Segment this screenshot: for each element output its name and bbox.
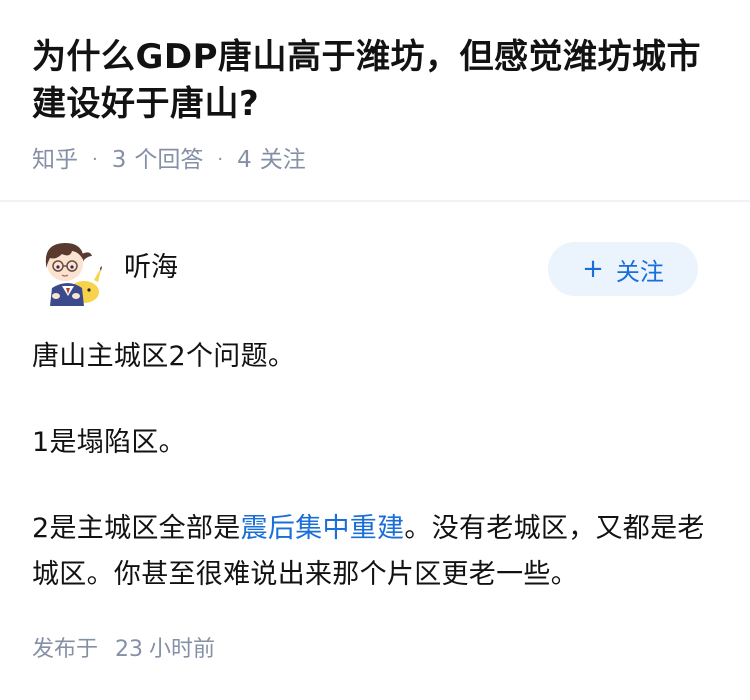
publish-time-value: 23 <box>115 637 144 662</box>
answer-paragraph: 2是主城区全部是震后集中重建。没有老城区，又都是老城区。你甚至很难说出来那个片区… <box>32 506 722 598</box>
follow-button[interactable]: + 关注 <box>548 242 698 296</box>
answers-count: 3 <box>111 147 127 173</box>
meta-separator: · <box>92 149 98 170</box>
answer-paragraph: 唐山主城区2个问题。 <box>32 341 296 372</box>
avatar[interactable] <box>32 236 104 308</box>
answers-label[interactable]: 个回答 <box>134 144 203 176</box>
followers-count: 4 <box>237 147 252 173</box>
plus-icon: + <box>582 254 604 284</box>
anime-avatar-icon <box>45 242 102 306</box>
publish-time: 发布于 23 小时前 <box>32 634 215 666</box>
meta-separator: · <box>217 149 224 170</box>
question-meta: 知乎 · 3 个回答 · 4 关注 <box>32 144 306 176</box>
publish-label: 发布于 <box>32 637 99 662</box>
question-title[interactable]: 为什么GDP唐山高于潍坊，但感觉潍坊城市建设好于唐山? <box>32 34 722 128</box>
publish-time-unit: 小时前 <box>149 637 216 662</box>
followers-label[interactable]: 关注 <box>260 144 306 176</box>
answer-paragraph: 1是塌陷区。 <box>32 427 186 458</box>
answer-page: 为什么GDP唐山高于潍坊，但感觉潍坊城市建设好于唐山? 知乎 · 3 个回答 ·… <box>0 0 750 700</box>
section-divider <box>0 200 750 202</box>
answer-text: 2是主城区全部是 <box>32 513 241 544</box>
author-name[interactable]: 听海 <box>124 250 178 286</box>
source-label[interactable]: 知乎 <box>32 144 78 176</box>
answer-content: 唐山主城区2个问题。 1是塌陷区。 2是主城区全部是震后集中重建。没有老城区，又… <box>32 334 722 638</box>
follow-button-label: 关注 <box>615 257 664 286</box>
search-link[interactable]: 震后集中重建 <box>241 513 405 544</box>
